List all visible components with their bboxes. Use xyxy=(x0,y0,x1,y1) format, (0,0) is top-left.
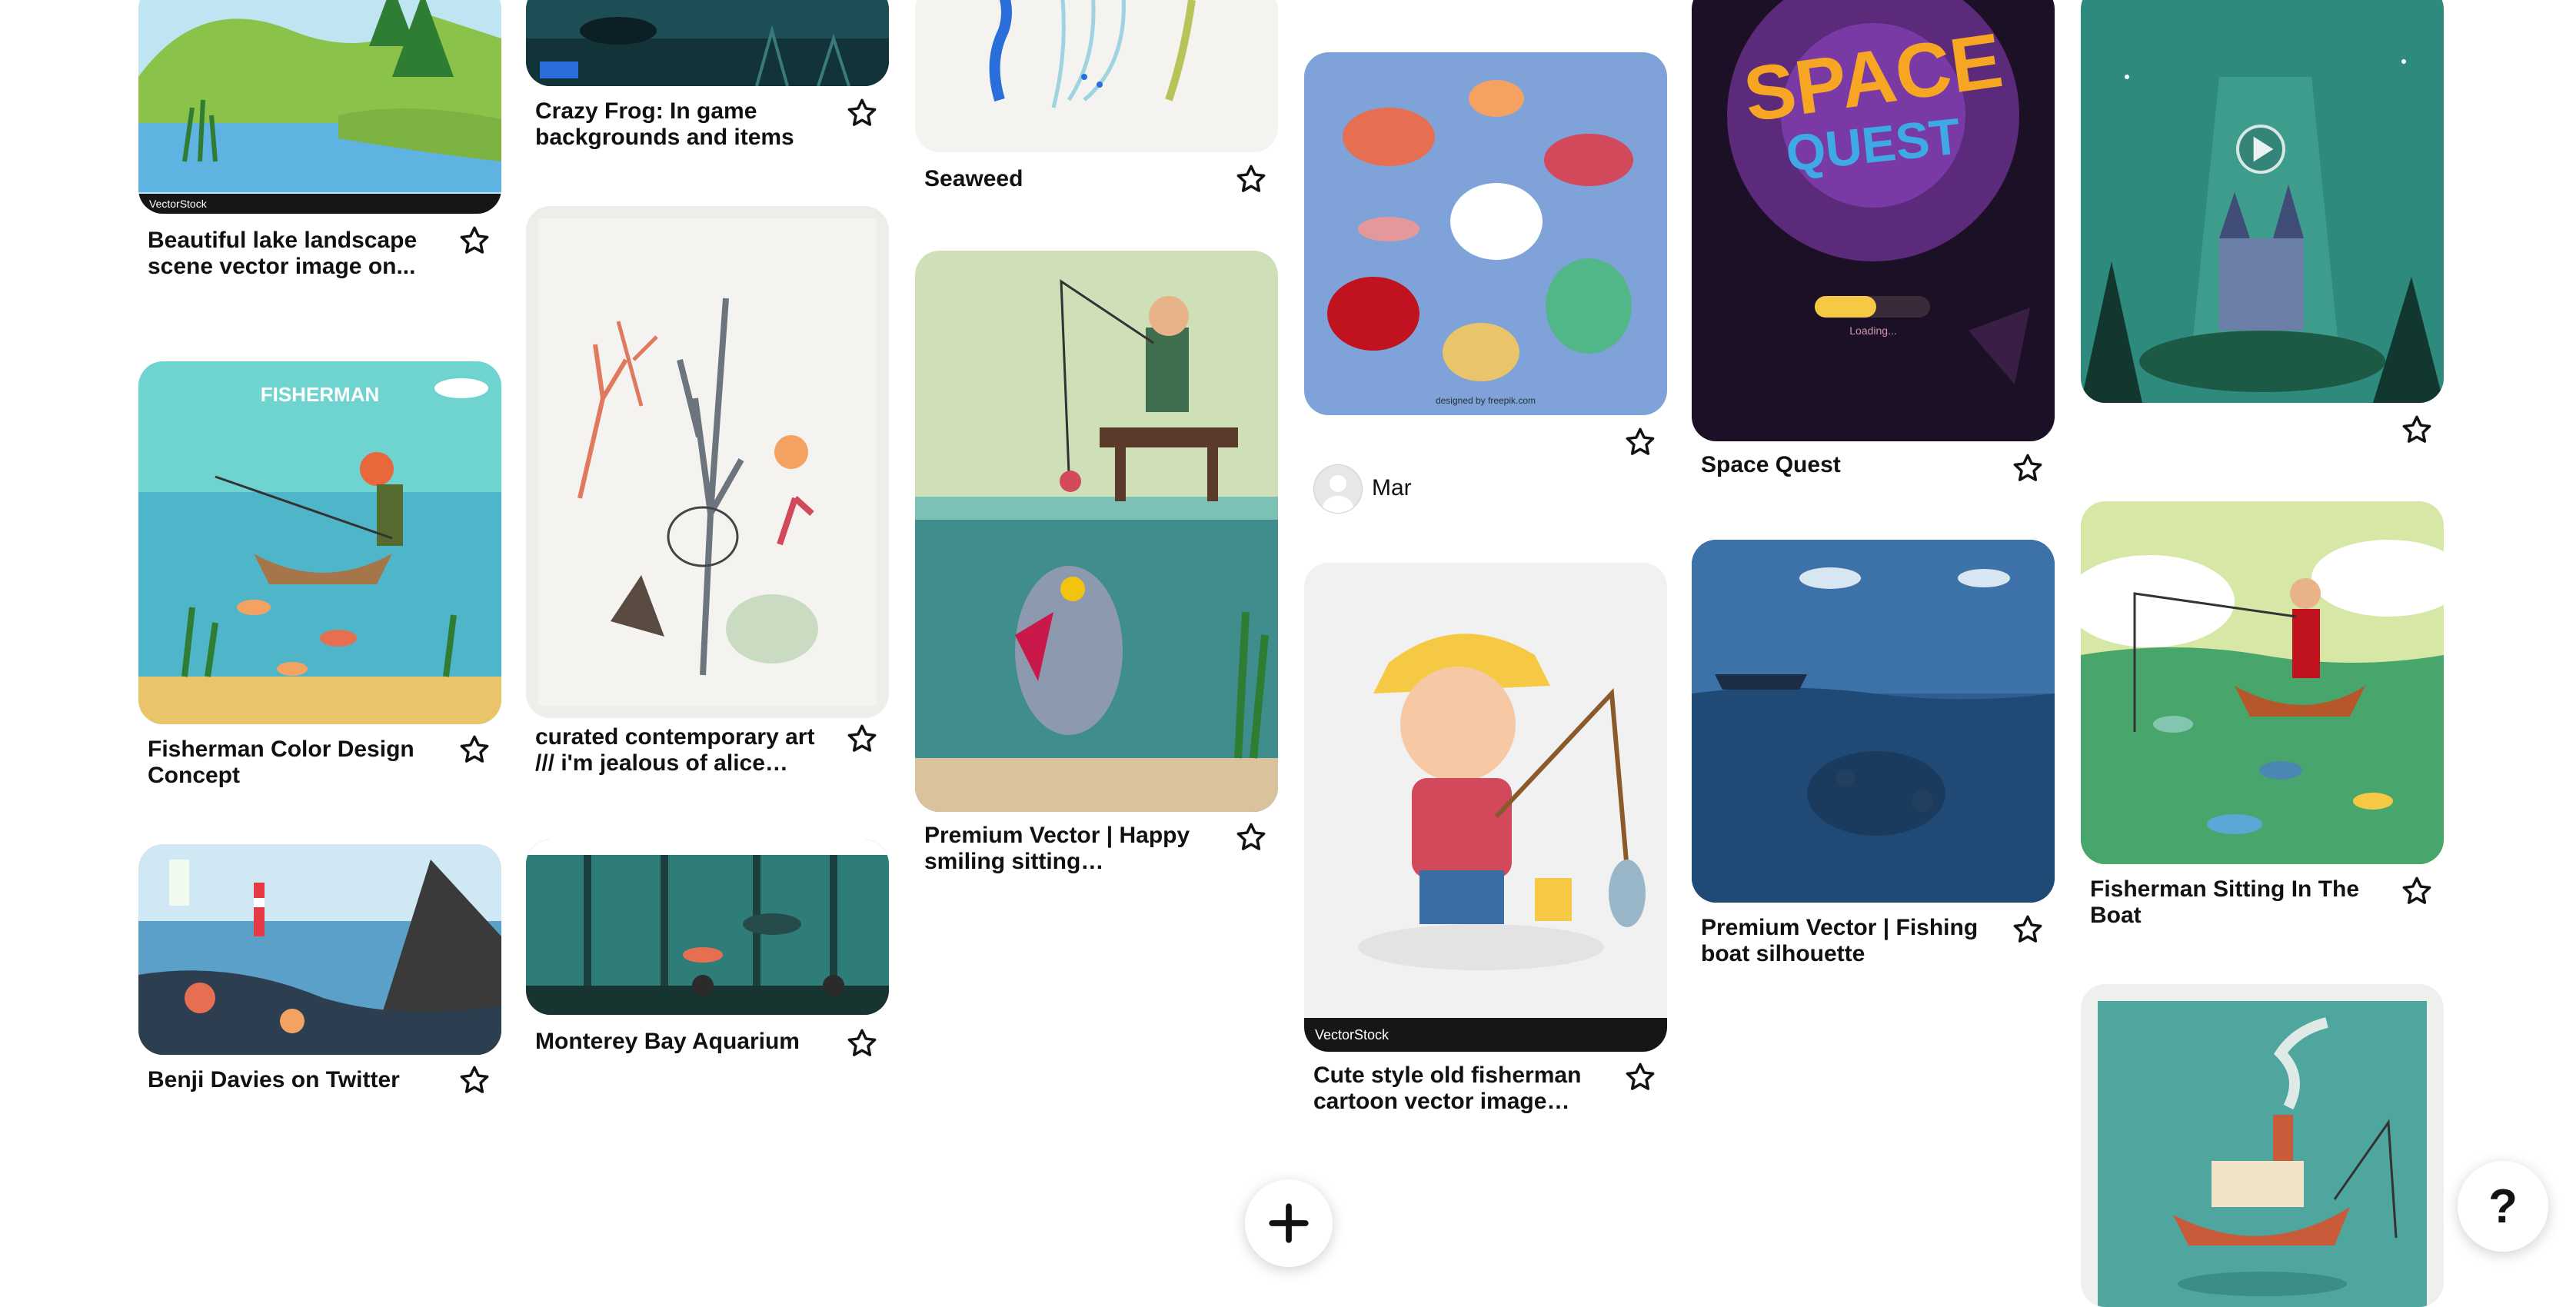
help-icon: ? xyxy=(2488,1179,2518,1233)
pin-benji-davies[interactable]: Benji Davies on Twitter xyxy=(138,844,501,1106)
watermark-bar: VectorStock xyxy=(1304,1018,1667,1052)
save-star-icon[interactable] xyxy=(1235,163,1267,195)
image-credit: designed by freepik.com xyxy=(1435,395,1536,406)
pin-fishes[interactable]: designed by freepik.com Mar xyxy=(1304,52,1667,529)
pin-image[interactable] xyxy=(2081,501,2444,864)
pin-castle-video[interactable] xyxy=(2081,0,2444,446)
save-star-icon[interactable] xyxy=(2401,414,2433,446)
pin-tugboat[interactable] xyxy=(2081,984,2444,1307)
pin-caption[interactable]: curated contemporary art /// i'm jealous… xyxy=(535,724,815,777)
save-star-icon[interactable] xyxy=(1235,821,1267,853)
pin-caption[interactable]: Fisherman Sitting In The Boat xyxy=(2090,876,2370,929)
pin-caption[interactable]: Benji Davies on Twitter xyxy=(148,1067,428,1093)
save-star-icon[interactable] xyxy=(458,224,491,257)
pin-fisherman-sitting-boat[interactable]: Fisherman Sitting In The Boat xyxy=(2081,501,2444,940)
pin-caption[interactable]: Seaweed xyxy=(924,166,1204,192)
pin-image[interactable] xyxy=(526,840,889,1015)
pin-caption[interactable]: Cute style old fisherman cartoon vector … xyxy=(1313,1063,1593,1115)
pin-caption[interactable]: Monterey Bay Aquarium xyxy=(535,1029,815,1055)
pin-crazy-frog[interactable]: Crazy Frog: In game backgrounds and item… xyxy=(526,0,889,161)
save-star-icon[interactable] xyxy=(2012,913,2044,946)
pin-image[interactable] xyxy=(138,844,501,1055)
pin-monterey-bay-aquarium[interactable]: Monterey Bay Aquarium xyxy=(526,840,889,1070)
pin-fisherman-color-design[interactable]: FISHERMAN Fisherman Color Design Concept xyxy=(138,361,501,792)
plus-icon xyxy=(1269,1203,1309,1243)
pin-user-name[interactable]: Mar xyxy=(1372,475,1412,501)
loading-text: Loading... xyxy=(1849,324,1897,337)
save-star-icon[interactable] xyxy=(2401,875,2433,907)
pin-happy-sitting-fisherman[interactable]: Premium Vector | Happy smiling sitting f… xyxy=(915,251,1278,881)
pin-lake-landscape[interactable]: VectorStock Beautiful lake landscape sce… xyxy=(138,0,501,292)
save-star-icon[interactable] xyxy=(846,1027,878,1059)
pin-caption[interactable]: Premium Vector | Fishing boat silhouette xyxy=(1701,915,1981,967)
pin-image[interactable] xyxy=(526,206,889,718)
pin-caption[interactable]: Fisherman Color Design Concept xyxy=(148,737,428,789)
pin-caption[interactable]: Crazy Frog: In game backgrounds and item… xyxy=(535,98,815,151)
create-button[interactable] xyxy=(1245,1179,1333,1267)
pin-image[interactable] xyxy=(915,0,1278,152)
pin-image[interactable]: SPACE QUEST Loading... xyxy=(1692,0,2055,441)
save-star-icon[interactable] xyxy=(846,97,878,129)
help-button[interactable]: ? xyxy=(2458,1161,2548,1252)
pin-image[interactable]: VectorStock xyxy=(138,0,501,214)
save-star-icon[interactable] xyxy=(458,1064,491,1096)
play-icon[interactable] xyxy=(2236,125,2285,174)
pin-seaweed[interactable]: Seaweed xyxy=(915,0,1278,208)
save-star-icon[interactable] xyxy=(846,723,878,755)
save-star-icon[interactable] xyxy=(2012,452,2044,484)
pin-caption[interactable]: Beautiful lake landscape scene vector im… xyxy=(148,228,428,280)
pin-image[interactable] xyxy=(526,0,889,86)
poster-title: FISHERMAN xyxy=(260,383,380,406)
pin-image[interactable] xyxy=(915,251,1278,812)
pin-cute-old-fisherman[interactable]: VectorStock Cute style old fisherman car… xyxy=(1304,563,1667,1132)
pin-caption[interactable]: Premium Vector | Happy smiling sitting f… xyxy=(924,823,1204,875)
avatar[interactable] xyxy=(1313,464,1363,514)
watermark-bar: VectorStock xyxy=(138,194,501,214)
pin-image[interactable] xyxy=(2081,984,2444,1307)
pin-image[interactable] xyxy=(1692,540,2055,903)
pin-caption[interactable]: Space Quest xyxy=(1701,452,1981,478)
pin-image[interactable]: FISHERMAN xyxy=(138,361,501,724)
pin-fishing-boat-silhouette[interactable]: Premium Vector | Fishing boat silhouette xyxy=(1692,540,2055,986)
pin-image[interactable]: VectorStock xyxy=(1304,563,1667,1052)
pin-image[interactable]: designed by freepik.com xyxy=(1304,52,1667,415)
save-star-icon[interactable] xyxy=(458,733,491,766)
pin-space-quest[interactable]: SPACE QUEST Loading... Space Quest xyxy=(1692,0,2055,492)
save-star-icon[interactable] xyxy=(1624,426,1656,458)
pin-image[interactable] xyxy=(2081,0,2444,403)
save-star-icon[interactable] xyxy=(1624,1061,1656,1093)
pin-curated-contemporary-art[interactable]: curated contemporary art /// i'm jealous… xyxy=(526,206,889,790)
